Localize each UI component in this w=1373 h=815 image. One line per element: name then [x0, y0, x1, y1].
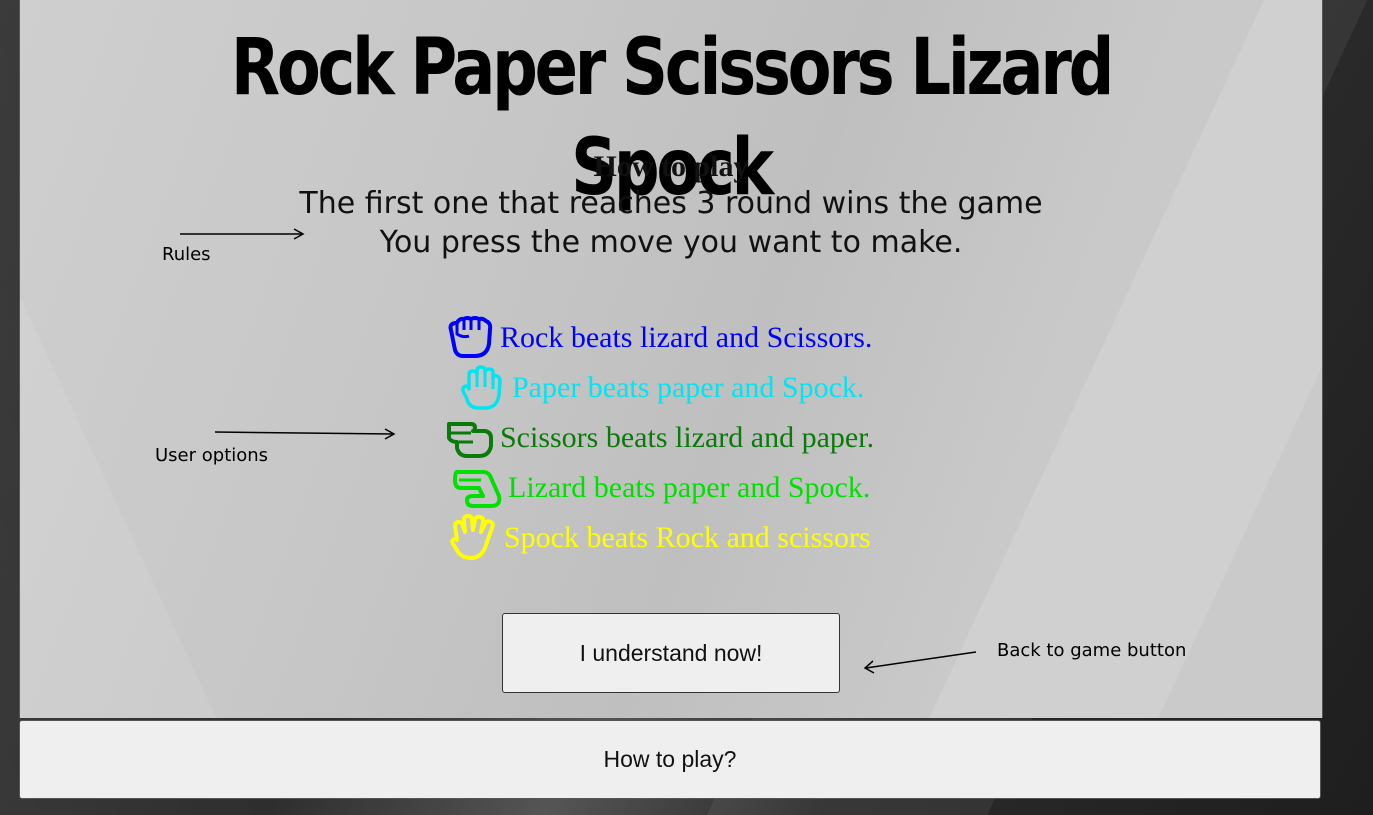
instructions-panel: Rock Paper Scissors Lizard Spock How to … — [19, 0, 1323, 718]
move-text-paper: Paper beats paper and Spock. — [512, 371, 865, 404]
move-text-scissors: Scissors beats lizard and paper. — [500, 421, 875, 454]
rules-annotation: Rules — [162, 244, 211, 265]
move-option-lizard[interactable]: Lizard beats paper and Spock. — [444, 465, 870, 511]
move-option-rock[interactable]: Rock beats lizard and Scissors. — [444, 315, 872, 361]
hand-lizard-icon — [452, 465, 504, 511]
i-understand-button[interactable]: I understand now! — [502, 613, 840, 693]
back-button-annotation: Back to game button — [997, 640, 1187, 661]
hand-spock-icon — [448, 514, 500, 561]
move-option-paper[interactable]: Paper beats paper and Spock. — [444, 365, 864, 411]
move-text-lizard: Lizard beats paper and Spock. — [508, 471, 871, 504]
rule-line-1: The first one that reaches 3 round wins … — [299, 186, 1043, 221]
how-to-play-button[interactable]: How to play? — [19, 720, 1321, 799]
hand-scissors-icon — [444, 415, 496, 461]
move-text-rock: Rock beats lizard and Scissors. — [500, 321, 873, 354]
move-option-scissors[interactable]: Scissors beats lizard and paper. — [444, 415, 874, 461]
hand-paper-icon — [456, 365, 508, 411]
move-option-spock[interactable]: Spock beats Rock and scissors — [444, 514, 871, 561]
how-to-play-heading: How to play — [593, 150, 749, 183]
user-options-arrow-icon — [214, 428, 396, 440]
user-options-annotation: User options — [155, 445, 269, 466]
back-button-arrow-icon — [863, 651, 977, 674]
move-text-spock: Spock beats Rock and scissors — [504, 521, 871, 554]
rules-arrow-icon — [180, 228, 305, 240]
hand-rock-icon — [444, 315, 496, 361]
